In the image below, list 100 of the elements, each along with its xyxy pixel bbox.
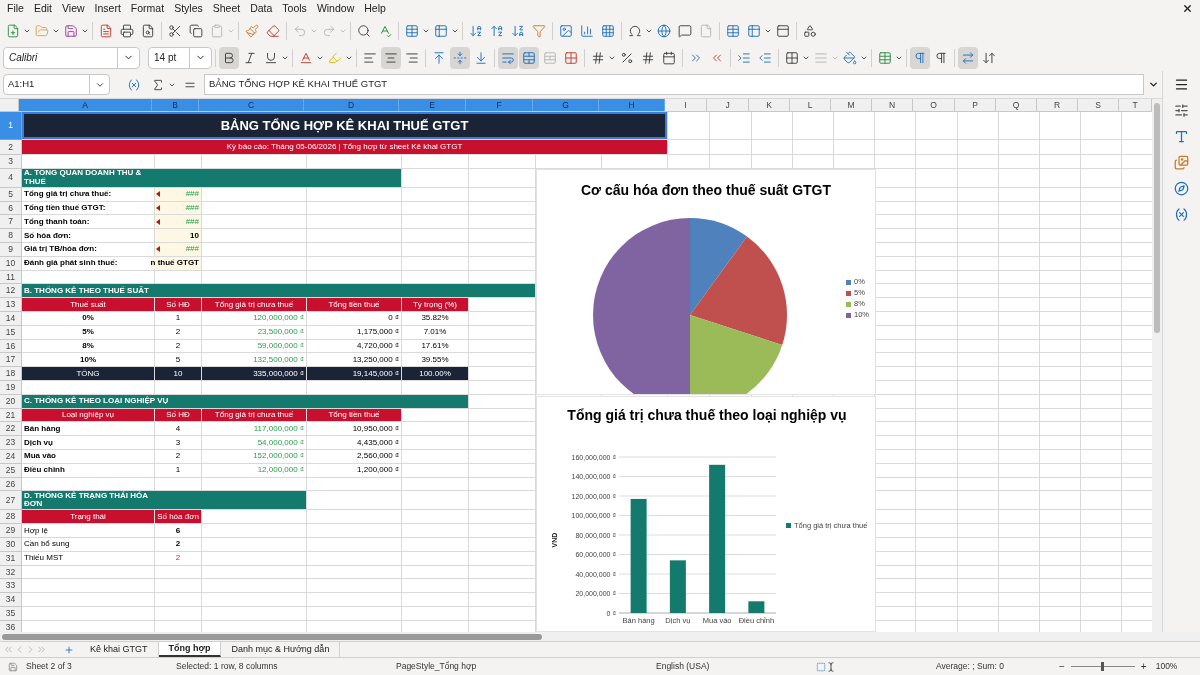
row-header[interactable]: 33 — [0, 579, 22, 594]
column-header[interactable]: L — [790, 99, 831, 111]
properties-icon[interactable] — [1174, 103, 1189, 118]
menu-icon[interactable] — [1174, 77, 1189, 92]
merge-cells-icon[interactable] — [519, 46, 539, 69]
grid-cell — [402, 187, 469, 202]
row-header[interactable]: 2 — [0, 140, 22, 155]
sum-status: Average: ; Sum: 0 — [936, 660, 1005, 673]
vertical-scrollbar[interactable] — [1152, 99, 1162, 632]
row-header[interactable]: 13 — [0, 298, 22, 312]
grid-cell — [958, 270, 999, 285]
column-header[interactable]: S — [1078, 99, 1119, 111]
zoom-thumb[interactable] — [1101, 662, 1105, 671]
table-cell: Bán hàng — [22, 422, 155, 437]
column-header[interactable]: B — [152, 99, 199, 111]
grid-cell — [958, 168, 999, 188]
grid-cell — [958, 229, 999, 243]
row-header[interactable]: 12 — [0, 284, 22, 299]
grid-cell — [1081, 298, 1122, 312]
selection-mode-icon[interactable] — [816, 661, 826, 672]
row-header[interactable]: 34 — [0, 593, 22, 607]
menu-item[interactable]: Format — [125, 0, 170, 17]
grid-cell — [916, 380, 958, 395]
grid-cell — [999, 311, 1040, 326]
menu-item[interactable]: File — [2, 0, 29, 17]
table-cell: 12,000,000 ₫ — [202, 463, 307, 478]
grid-cell — [958, 537, 999, 552]
row-header[interactable]: 17 — [0, 353, 22, 368]
grid-cell — [999, 155, 1040, 169]
pilcrow-icon[interactable] — [910, 46, 930, 69]
row-header[interactable]: 27 — [0, 491, 22, 511]
grid-cell — [155, 380, 202, 395]
grid-cell — [916, 524, 958, 538]
column-header[interactable]: H — [599, 99, 665, 111]
column-header[interactable]: N — [872, 99, 913, 111]
grid-cell — [999, 168, 1040, 188]
gallery-icon[interactable] — [1174, 155, 1189, 170]
grid-cell — [155, 606, 202, 621]
menu-item[interactable]: Window — [311, 0, 360, 17]
menu-item[interactable]: View — [57, 0, 90, 17]
menu-item[interactable]: Sheet — [207, 0, 246, 17]
column-header[interactable]: O — [913, 99, 955, 111]
column-header[interactable]: J — [707, 99, 749, 111]
column-header[interactable]: Q — [996, 99, 1037, 111]
column-header[interactable]: G — [533, 99, 599, 111]
sheet-tab[interactable]: Tổng hợp — [158, 642, 222, 657]
column-header[interactable]: C — [199, 99, 304, 111]
sheet-tab[interactable]: Kê khai GTGT — [80, 642, 159, 657]
sheet-tab[interactable]: Danh mục & Hướng dẫn — [221, 642, 341, 657]
column-header[interactable]: R — [1037, 99, 1078, 111]
menu-item[interactable]: Styles — [169, 0, 208, 17]
column-header[interactable]: F — [466, 99, 533, 111]
column-header[interactable]: M — [831, 99, 872, 111]
grid-cell — [1040, 243, 1081, 257]
column-header[interactable]: K — [749, 99, 790, 111]
row-header[interactable]: 29 — [0, 524, 22, 538]
table-cell: 2 — [155, 339, 202, 354]
grid-cell — [999, 551, 1040, 566]
column-header[interactable]: P — [955, 99, 996, 111]
row-header[interactable]: 3 — [0, 155, 22, 169]
styles-icon[interactable] — [1174, 129, 1189, 144]
row-header[interactable]: 23 — [0, 436, 22, 450]
row-header[interactable]: 7 — [0, 215, 22, 230]
row-header[interactable]: 18 — [0, 367, 22, 381]
menu-item[interactable]: Data — [245, 0, 278, 17]
align-middle-icon[interactable] — [450, 46, 470, 69]
text-direction-icon[interactable] — [958, 46, 978, 69]
font-name-field[interactable]: Calibri — [3, 46, 140, 69]
bold-icon[interactable] — [219, 46, 239, 69]
zoom-in-button[interactable]: + — [1137, 659, 1150, 674]
grid-cell — [916, 168, 958, 188]
close-icon[interactable] — [1182, 3, 1193, 14]
align-center-icon[interactable] — [381, 46, 401, 69]
add-sheet-icon[interactable] — [64, 644, 74, 655]
row-header[interactable]: 8 — [0, 229, 22, 243]
wrap-text-icon[interactable] — [498, 46, 518, 69]
grid-cell — [1040, 168, 1081, 188]
navigator-icon[interactable] — [1174, 181, 1189, 196]
expand-formula-icon[interactable] — [1148, 79, 1159, 90]
menu-item[interactable]: Edit — [28, 0, 57, 17]
grid-cell — [958, 298, 999, 312]
column-header[interactable]: D — [304, 99, 399, 111]
row-header[interactable]: 22 — [0, 422, 22, 437]
functions-icon[interactable] — [1174, 207, 1189, 222]
menu-item[interactable]: Help — [359, 0, 391, 17]
column-header[interactable]: A — [19, 99, 152, 111]
zoom-out-button[interactable]: − — [1056, 659, 1068, 674]
menu-item[interactable]: Insert — [89, 0, 126, 17]
grid-cell — [402, 477, 469, 492]
table-cell: 17.61% — [402, 339, 469, 354]
horizontal-scrollbar[interactable] — [2, 633, 542, 640]
formula-input[interactable]: BẢNG TỔNG HỢP KÊ KHAI THUẾ GTGT — [204, 74, 1144, 95]
grid-cell — [999, 243, 1040, 257]
menu-item[interactable]: Tools — [277, 0, 312, 17]
grid-cell — [402, 243, 469, 257]
font-size-field[interactable]: 14 pt — [148, 46, 212, 69]
column-header[interactable]: I — [665, 99, 707, 111]
name-box[interactable]: A1:H1 — [3, 74, 110, 95]
row-header[interactable]: 28 — [0, 510, 22, 525]
column-header[interactable]: E — [399, 99, 466, 111]
